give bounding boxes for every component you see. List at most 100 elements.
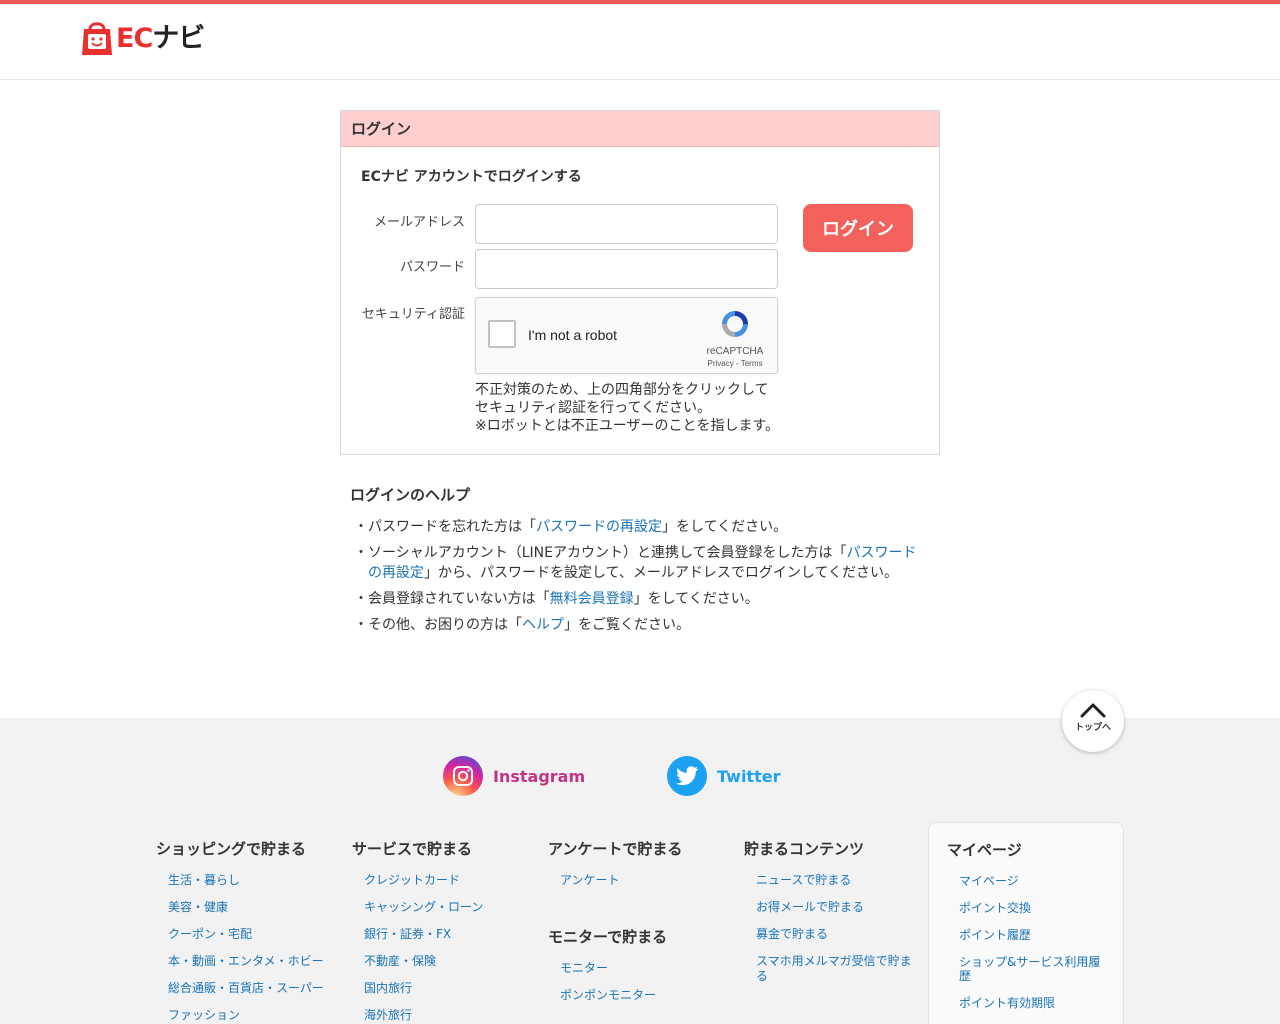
account-title: ECナビ アカウントでログインする <box>361 169 582 185</box>
footer-link-item: ポイント有効期限 <box>959 996 1105 1010</box>
footer-link[interactable]: ファッション <box>168 1008 240 1022</box>
footer-col-survey: アンケートで貯まる アンケート モニターで貯まる モニター ポンポンモニター <box>548 838 728 1015</box>
logo-wordmark: ECナビ <box>116 23 205 54</box>
footer-link-item: 不動産・保険 <box>364 954 532 969</box>
footer-link[interactable]: 国内旅行 <box>364 981 412 995</box>
recaptcha-checkbox[interactable] <box>488 320 516 348</box>
captcha-note-line: 不正対策のため、上の四角部分をクリックして <box>475 382 769 398</box>
page-top-label: トップへ <box>1074 723 1111 733</box>
footer-link[interactable]: アンケート <box>560 873 620 887</box>
footer-link-item: お得メールで貯まる <box>756 900 914 915</box>
footer-link[interactable]: クーポン・宅配 <box>168 927 252 941</box>
twitter-link[interactable]: Twitter <box>667 756 780 796</box>
footer-col-title: マイページ <box>947 841 1022 859</box>
password-field[interactable] <box>475 249 778 289</box>
footer-link-item: アンケート <box>560 873 728 888</box>
help-text: 」から、パスワードを設定して、メールアドレスでログインしてください。 <box>424 565 899 581</box>
header: ECナビ <box>0 4 1280 80</box>
footer-link-item: スマホ用メルマガ受信で貯まる <box>756 954 914 984</box>
footer-link-item: ポンポンモニター <box>560 988 728 1003</box>
footer-link[interactable]: お得メールで貯まる <box>756 900 864 914</box>
recaptcha-icon <box>722 311 748 337</box>
help-text: その他、お困りの方は「 <box>368 617 522 633</box>
footer-link-item: マイページ <box>959 874 1105 888</box>
login-button[interactable]: ログイン <box>803 204 913 252</box>
footer-link[interactable]: モニター <box>560 961 608 975</box>
help-text: ソーシャルアカウント（LINEアカウント）と連携して会員登録をした方は「 <box>368 545 847 561</box>
help-item: 会員登録されていない方は「無料会員登録」をしてください。 <box>350 589 930 609</box>
footer: Instagram Twitter ショッピングで貯まる 生活・暮らし 美容・健… <box>0 718 1280 1024</box>
help-text: 」をしてください。 <box>662 519 788 535</box>
footer-link[interactable]: クレジットカード <box>364 873 460 887</box>
password-reset-link[interactable]: パスワードの再設定 <box>536 519 662 535</box>
help-link[interactable]: ヘルプ <box>522 617 564 633</box>
recaptcha-links[interactable]: Privacy - Terms <box>705 359 765 368</box>
footer-link[interactable]: ポイント履歴 <box>959 928 1031 942</box>
footer-col-contents: 貯まるコンテンツ ニュースで貯まる お得メールで貯まる 募金で貯まる スマホ用メ… <box>744 838 914 996</box>
footer-link-item: 総合通販・百貨店・スーパー <box>168 981 336 996</box>
chevron-up-icon <box>1080 703 1106 718</box>
footer-link-item: クーポン・宅配 <box>168 927 336 942</box>
footer-link[interactable]: マイページ <box>959 874 1019 888</box>
footer-link[interactable]: ポイント交換 <box>959 901 1031 915</box>
help-list: パスワードを忘れた方は「パスワードの再設定」をしてください。 ソーシャルアカウン… <box>350 517 930 635</box>
email-field[interactable] <box>475 204 778 244</box>
help-text: 」をご覧ください。 <box>564 617 690 633</box>
footer-link[interactable]: ポンポンモニター <box>560 988 656 1002</box>
logo-ec: EC <box>116 23 153 54</box>
footer-col-title: サービスで貯まる <box>352 840 473 858</box>
footer-link-item: 美容・健康 <box>168 900 336 915</box>
footer-link-item: ポイント交換 <box>959 901 1105 915</box>
free-register-link[interactable]: 無料会員登録 <box>550 591 634 607</box>
footer-col-title: 貯まるコンテンツ <box>744 840 865 858</box>
page-top-button[interactable]: トップへ <box>1062 690 1124 752</box>
recaptcha-widget: I'm not a robot reCAPTCHA Privacy - Term… <box>475 297 778 374</box>
twitter-icon <box>667 756 707 796</box>
footer-link-item: 募金で貯まる <box>756 927 914 942</box>
footer-link-item: キャッシング・ローン <box>364 900 532 915</box>
footer-link[interactable]: 本・動画・エンタメ・ホビー <box>168 954 324 968</box>
footer-col-shopping: ショッピングで貯まる 生活・暮らし 美容・健康 クーポン・宅配 本・動画・エンタ… <box>156 838 336 1024</box>
footer-link[interactable]: 生活・暮らし <box>168 873 240 887</box>
ecnavi-logo[interactable]: ECナビ <box>80 21 205 56</box>
footer-link-item: 銀行・証券・FX <box>364 927 532 942</box>
help-text: 」をしてください。 <box>633 591 759 607</box>
footer-link-item: 生活・暮らし <box>168 873 336 888</box>
help-text: 会員登録されていない方は「 <box>368 591 550 607</box>
footer-link-item: ニュースで貯まる <box>756 873 914 888</box>
footer-link-item: ポイント履歴 <box>959 928 1105 942</box>
footer-link[interactable]: 募金で貯まる <box>756 927 828 941</box>
recaptcha-text: I'm not a robot <box>528 327 618 343</box>
recaptcha-logo: reCAPTCHA Privacy - Terms <box>705 308 765 368</box>
footer-col-title: ショッピングで貯まる <box>156 840 307 858</box>
footer-link-item: ショップ&サービス利用履歴 <box>959 955 1105 983</box>
footer-link[interactable]: 不動産・保険 <box>364 954 436 968</box>
footer-link[interactable]: 総合通販・百貨店・スーパー <box>168 981 324 995</box>
footer-col-title: モニターで貯まる <box>548 928 668 946</box>
footer-link[interactable]: 銀行・証券・FX <box>364 927 451 941</box>
recaptcha-brand: reCAPTCHA <box>706 346 764 357</box>
help-item: パスワードを忘れた方は「パスワードの再設定」をしてください。 <box>350 517 930 537</box>
footer-link-item: 国内旅行 <box>364 981 532 996</box>
twitter-label: Twitter <box>717 766 781 786</box>
footer-mypage-panel: マイページ マイページ ポイント交換 ポイント履歴 ショップ&サービス利用履歴 … <box>928 822 1124 1024</box>
footer-link[interactable]: スマホ用メルマガ受信で貯まる <box>756 954 912 983</box>
help-text: パスワードを忘れた方は「 <box>368 519 536 535</box>
footer-link[interactable]: 美容・健康 <box>168 900 228 914</box>
login-heading: ログイン <box>341 111 939 147</box>
captcha-note: 不正対策のため、上の四角部分をクリックして セキュリティ認証を行ってください。 … <box>475 381 779 435</box>
footer-link[interactable]: ポイント有効期限 <box>959 996 1055 1010</box>
footer-link[interactable]: キャッシング・ローン <box>364 900 483 914</box>
help-item: その他、お困りの方は「ヘルプ」をご覧ください。 <box>350 615 930 635</box>
footer-link[interactable]: 海外旅行 <box>364 1008 412 1022</box>
captcha-note-line: ※ロボットとは不正ユーザーのことを指します。 <box>475 418 780 434</box>
footer-link-item: クレジットカード <box>364 873 532 888</box>
footer-link[interactable]: ニュースで貯まる <box>756 873 851 887</box>
footer-col-title: アンケートで貯まる <box>548 840 683 858</box>
help-title: ログインのヘルプ <box>350 486 471 504</box>
footer-col-service: サービスで貯まる クレジットカード キャッシング・ローン 銀行・証券・FX 不動… <box>352 838 532 1024</box>
login-panel: ログイン ECナビ アカウントでログインする メールアドレス パスワード ログイ… <box>340 110 940 455</box>
instagram-label: Instagram <box>493 766 586 786</box>
instagram-link[interactable]: Instagram <box>443 756 585 796</box>
footer-link[interactable]: ショップ&サービス利用履歴 <box>959 955 1100 983</box>
